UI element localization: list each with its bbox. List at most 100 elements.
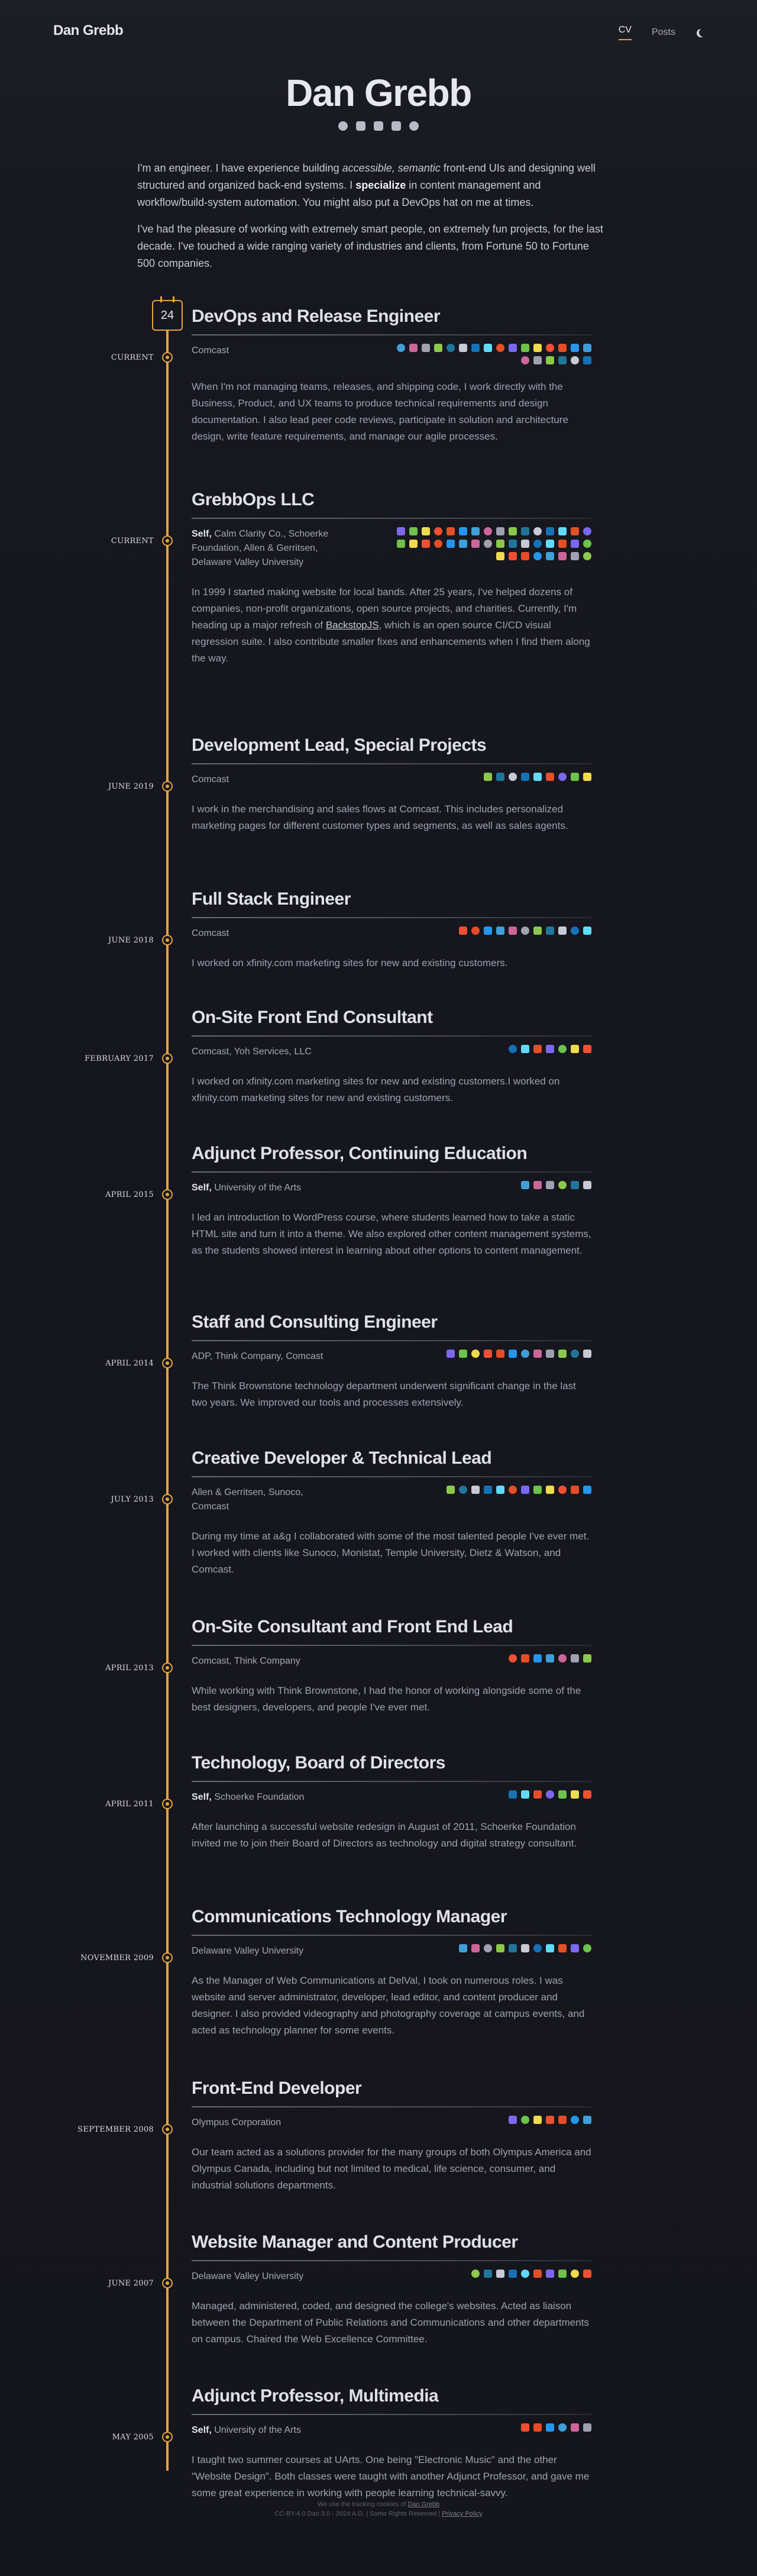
tech-icon[interactable]	[558, 1944, 567, 1952]
fire-icon[interactable]	[356, 121, 365, 131]
tech-icon[interactable]	[422, 527, 430, 535]
tech-icon[interactable]	[509, 927, 517, 935]
tech-icon[interactable]	[422, 540, 430, 548]
dark-mode-toggle-icon[interactable]	[699, 28, 707, 37]
tech-icon[interactable]	[571, 540, 579, 548]
tech-icon[interactable]	[447, 344, 455, 352]
tech-icon[interactable]	[509, 1486, 517, 1494]
tech-icon[interactable]	[496, 344, 504, 352]
tech-icon[interactable]	[558, 1486, 567, 1494]
tech-icon[interactable]	[447, 527, 455, 535]
tech-icon[interactable]	[496, 540, 504, 548]
tech-icon[interactable]	[558, 552, 567, 560]
backstopjs-link[interactable]: BackstopJS	[326, 619, 379, 631]
tech-icon[interactable]	[484, 527, 492, 535]
tech-icon[interactable]	[484, 1944, 492, 1952]
tech-icon[interactable]	[571, 1486, 579, 1494]
tech-icon[interactable]	[533, 1790, 542, 1799]
tech-icon[interactable]	[496, 1486, 504, 1494]
tech-icon[interactable]	[521, 2270, 529, 2278]
tech-icon[interactable]	[583, 2116, 591, 2124]
tech-icon[interactable]	[583, 356, 591, 364]
tech-icon[interactable]	[533, 773, 542, 781]
tech-icon[interactable]	[533, 356, 542, 364]
tech-icon[interactable]	[533, 344, 542, 352]
tech-icon[interactable]	[471, 1486, 480, 1494]
tech-icon[interactable]	[509, 1350, 517, 1358]
footer-link-privacy-policy[interactable]: Privacy Policy	[442, 2510, 482, 2517]
tech-icon[interactable]	[471, 1944, 480, 1952]
tech-icon[interactable]	[509, 344, 517, 352]
tech-icon[interactable]	[571, 2116, 579, 2124]
tech-icon[interactable]	[484, 773, 492, 781]
tech-icon[interactable]	[471, 927, 480, 935]
tech-icon[interactable]	[571, 356, 579, 364]
tech-icon[interactable]	[583, 1350, 591, 1358]
tech-icon[interactable]	[459, 1486, 467, 1494]
tech-icon[interactable]	[546, 2116, 554, 2124]
tech-icon[interactable]	[571, 527, 579, 535]
tech-icon[interactable]	[471, 1350, 480, 1358]
tech-icon[interactable]	[521, 927, 529, 935]
code-icon[interactable]	[392, 121, 401, 131]
tech-icon[interactable]	[533, 1045, 542, 1053]
tech-icon[interactable]	[583, 1181, 591, 1189]
tech-icon[interactable]	[583, 927, 591, 935]
tech-icon[interactable]	[509, 2270, 517, 2278]
tech-icon[interactable]	[521, 1944, 529, 1952]
tech-icon[interactable]	[459, 540, 467, 548]
tech-icon[interactable]	[509, 540, 517, 548]
tech-icon[interactable]	[409, 540, 418, 548]
tech-icon[interactable]	[459, 1350, 467, 1358]
tech-icon[interactable]	[397, 540, 405, 548]
tech-icon[interactable]	[521, 1181, 529, 1189]
tech-icon[interactable]	[521, 2423, 529, 2432]
tech-icon[interactable]	[571, 344, 579, 352]
tech-icon[interactable]	[533, 1350, 542, 1358]
tech-icon[interactable]	[546, 344, 554, 352]
tech-icon[interactable]	[546, 1045, 554, 1053]
tech-icon[interactable]	[546, 540, 554, 548]
linkedin-icon[interactable]	[374, 121, 383, 131]
tech-icon[interactable]	[546, 1486, 554, 1494]
tech-icon[interactable]	[459, 527, 467, 535]
tech-icon[interactable]	[546, 1790, 554, 1799]
tech-icon[interactable]	[509, 1790, 517, 1799]
tech-icon[interactable]	[571, 927, 579, 935]
tech-icon[interactable]	[521, 540, 529, 548]
tech-icon[interactable]	[484, 344, 492, 352]
tech-icon[interactable]	[484, 540, 492, 548]
tech-icon[interactable]	[521, 1045, 529, 1053]
tech-icon[interactable]	[558, 1654, 567, 1663]
tech-icon[interactable]	[558, 356, 567, 364]
tech-icon[interactable]	[509, 1944, 517, 1952]
tech-icon[interactable]	[571, 773, 579, 781]
tech-icon[interactable]	[571, 1045, 579, 1053]
tech-icon[interactable]	[533, 2116, 542, 2124]
tech-icon[interactable]	[558, 2116, 567, 2124]
tech-icon[interactable]	[521, 552, 529, 560]
tech-icon[interactable]	[546, 927, 554, 935]
tech-icon[interactable]	[484, 927, 492, 935]
tech-icon[interactable]	[434, 527, 442, 535]
tech-icon[interactable]	[558, 2423, 567, 2432]
tech-icon[interactable]	[533, 552, 542, 560]
tech-icon[interactable]	[571, 1654, 579, 1663]
tech-icon[interactable]	[583, 1654, 591, 1663]
tech-icon[interactable]	[546, 2423, 554, 2432]
tech-icon[interactable]	[459, 344, 467, 352]
bird-icon[interactable]	[409, 121, 419, 131]
tech-icon[interactable]	[533, 1486, 542, 1494]
tech-icon[interactable]	[583, 2270, 591, 2278]
tech-icon[interactable]	[447, 1350, 455, 1358]
tech-icon[interactable]	[496, 1350, 504, 1358]
tech-icon[interactable]	[558, 2270, 567, 2278]
tech-icon[interactable]	[521, 2116, 529, 2124]
tech-icon[interactable]	[558, 527, 567, 535]
tech-icon[interactable]	[496, 927, 504, 935]
tech-icon[interactable]	[533, 1944, 542, 1952]
tech-icon[interactable]	[546, 1181, 554, 1189]
tech-icon[interactable]	[459, 927, 467, 935]
footer-link-dan-grebb[interactable]: Dan Grebb	[407, 2501, 439, 2508]
tech-icon[interactable]	[496, 2270, 504, 2278]
